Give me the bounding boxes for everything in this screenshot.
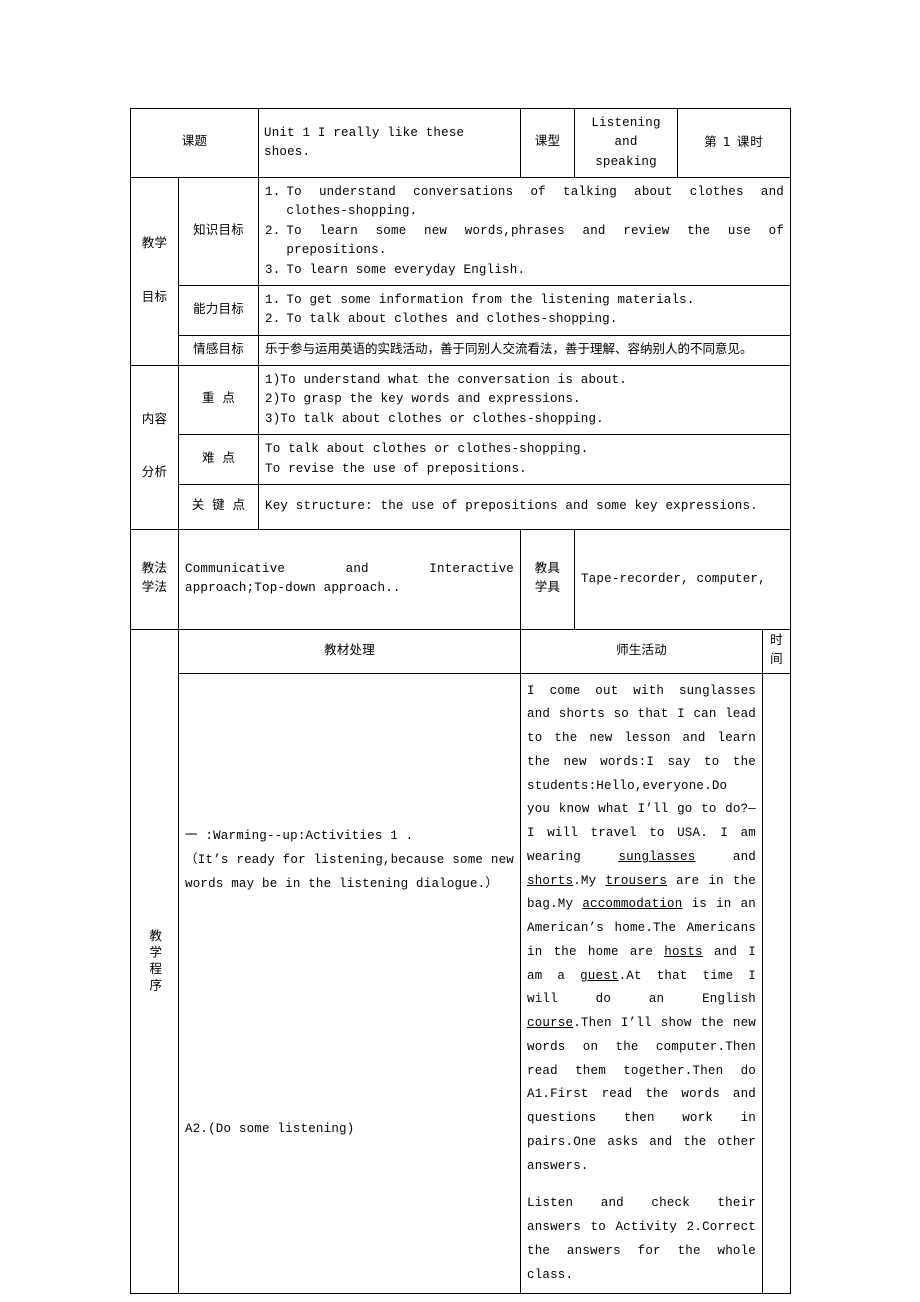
method-text: Communicative and Interactive approach;T… <box>178 528 521 630</box>
title-value: Unit 1 I really like these shoes. <box>258 108 521 178</box>
method-label-line1: 教法 <box>141 562 168 576</box>
material-spacer <box>185 896 514 1118</box>
ability-goal-items: 1. To get some information from the liste… <box>265 291 784 330</box>
list-item: 1. To understand conversations of talking… <box>265 183 784 222</box>
key-point-list: 1)To understand what the conversation is… <box>258 364 791 436</box>
table-row-ability-goal: 能力目标 1. To get some information from the … <box>131 284 791 336</box>
key-point-item: 3)To talk about clothes or clothes-shopp… <box>265 411 604 426</box>
table-row-methods: 教法 学法 Communicative and Interactive appr… <box>130 528 791 630</box>
method-label: 教法 学法 <box>130 528 179 630</box>
table-row-emotion-goal: 情感目标 乐于参与运用英语的实践活动，善于同别人交流看法，善于理解、容纳别人的不… <box>131 334 791 367</box>
list-item-number: 3. <box>265 262 281 277</box>
ability-goal-label: 能力目标 <box>178 284 259 336</box>
type-value: Listening and speaking <box>574 108 678 178</box>
key-point-item: 2)To grasp the key words and expressions… <box>265 392 581 407</box>
knowledge-goal-label: 知识目标 <box>178 177 259 286</box>
col-header-time-line1: 时 <box>770 633 783 648</box>
material-column: 一 :Warming--up:Activities 1 . （It’s read… <box>178 672 521 1295</box>
content-label-line1: 内容 <box>141 413 168 428</box>
table-row-key-point: 内容 分析 重 点 1)To understand what the conve… <box>130 364 791 530</box>
list-item-number: 1. <box>265 292 281 307</box>
key-point-label: 重 点 <box>178 364 259 436</box>
activity-text-2: Listen and check their answers to Activi… <box>527 1196 756 1282</box>
aids-label-line1: 教具 <box>534 562 561 576</box>
list-item-number: 2. <box>265 312 281 327</box>
list-item-text: To learn some new words,phrases and revi… <box>286 223 784 258</box>
list-item-text: To learn some everyday English. <box>286 262 526 277</box>
ability-goal-list: 1. To get some information from the liste… <box>258 284 791 336</box>
emotion-goal-label: 情感目标 <box>178 334 259 367</box>
list-item: 2. To talk about clothes and clothes-shop… <box>265 310 784 329</box>
content-analysis-label: 内容 分析 <box>130 365 179 530</box>
knowledge-goal-items: 1. To understand conversations of talking… <box>265 183 784 280</box>
document-page: 课题 Unit 1 I really like these shoes. 课型 … <box>0 0 920 1302</box>
activity-spacer <box>527 1178 756 1192</box>
period-text: 第 1 课时 <box>704 134 764 150</box>
col-header-time-line2: 间 <box>770 653 783 668</box>
col-header-time: 时 间 <box>762 628 791 674</box>
material-block: （It’s ready for listening,because some n… <box>185 852 514 891</box>
title-label: 课题 <box>130 108 259 178</box>
teaching-goal-label-line1: 教学 <box>141 237 168 252</box>
difficult-point-list: To talk about clothes or clothes-shoppin… <box>258 434 791 485</box>
table-row-difficult-point: 难 点 To talk about clothes or clothes-sho… <box>131 434 791 485</box>
content-label-line2: 分析 <box>141 466 168 481</box>
col-header-activity: 师生活动 <box>520 628 763 674</box>
activity-text: I come out with sunglasses and shorts so… <box>527 683 756 1173</box>
col-header-material: 教材处理 <box>178 628 521 674</box>
table-row-procedure-body: 一 :Warming--up:Activities 1 . （It’s read… <box>131 672 791 1295</box>
procedure-label: 教学程序 <box>147 928 163 995</box>
list-item: 3. To learn some everyday English. <box>265 261 784 280</box>
crucial-point-label: 关 键 点 <box>178 483 259 530</box>
difficult-point-label: 难 点 <box>178 434 259 485</box>
list-item-number: 1. <box>265 185 281 199</box>
difficult-point-item: To revise the use of prepositions. <box>265 461 527 476</box>
knowledge-goal-list: 1. To understand conversations of talking… <box>258 177 791 286</box>
table-row-knowledge-goal: 教学 目标 知识目标 1. To understand conversations… <box>130 177 791 366</box>
list-item-number: 2. <box>265 223 281 238</box>
difficult-point-item: To talk about clothes or clothes-shoppin… <box>265 442 589 457</box>
table-row-title: 课题 Unit 1 I really like these shoes. 课型 … <box>130 108 791 178</box>
procedure-label-cell: 教学程序 <box>130 628 179 1295</box>
lesson-plan-table: 课题 Unit 1 I really like these shoes. 课型 … <box>130 108 791 1295</box>
type-label: 课型 <box>520 108 575 178</box>
aids-label-line2: 学具 <box>534 581 561 596</box>
material-block: 一 :Warming--up:Activities 1 . <box>185 829 414 843</box>
method-label-line2: 学法 <box>141 581 168 596</box>
list-item-text: To talk about clothes and clothes-shoppi… <box>286 312 618 327</box>
period-value: 第 1 课时 <box>677 108 791 178</box>
table-row-crucial-point: 关 键 点 Key structure: the use of preposit… <box>131 483 791 530</box>
time-column <box>762 672 791 1295</box>
material-block-2: A2.(Do some listening) <box>185 1122 355 1137</box>
list-item: 1. To get some information from the liste… <box>265 291 784 310</box>
list-item-text: To get some information from the listeni… <box>286 292 695 307</box>
crucial-point-text: Key structure: the use of prepositions a… <box>258 483 791 530</box>
teaching-goal-label: 教学 目标 <box>130 177 179 366</box>
key-point-item: 1)To understand what the conversation is… <box>265 373 627 387</box>
teaching-goal-label-line2: 目标 <box>141 290 168 305</box>
aids-label: 教具 学具 <box>520 528 575 630</box>
list-item-text: To understand conversations of talking a… <box>286 185 784 219</box>
list-item: 2. To learn some new words,phrases and re… <box>265 222 784 261</box>
emotion-goal-text: 乐于参与运用英语的实践活动，善于同别人交流看法，善于理解、容纳别人的不同意见。 <box>258 334 791 367</box>
aids-text: Tape-recorder, computer, <box>574 528 791 630</box>
table-row-procedure-header: 教学程序 教材处理 师生活动 时 间 <box>130 628 791 1295</box>
activity-column: I come out with sunglasses and shorts so… <box>520 672 763 1295</box>
